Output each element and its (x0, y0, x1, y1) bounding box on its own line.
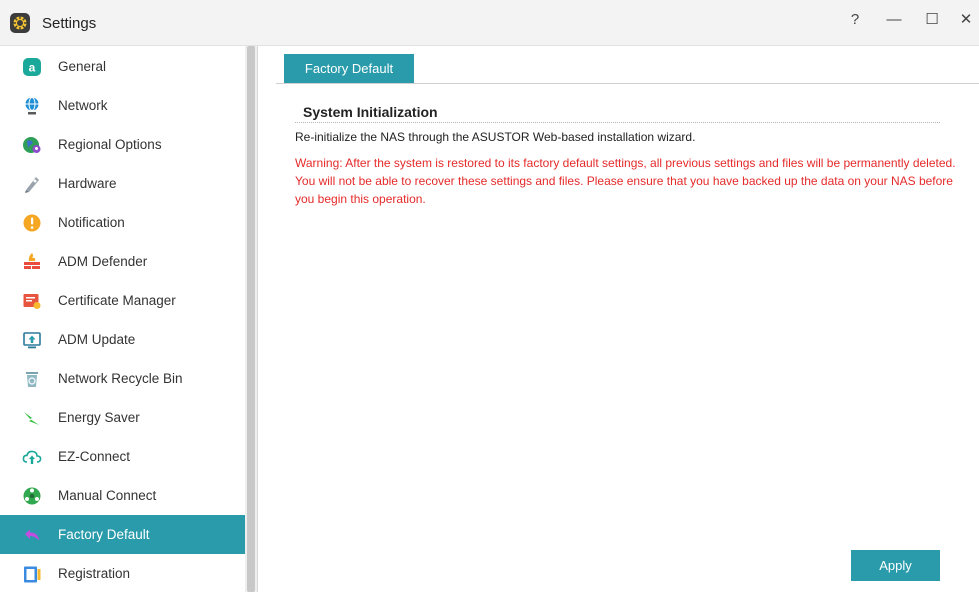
hardware-icon (25, 177, 39, 193)
settings-app-icon (10, 13, 30, 33)
network-recycle-bin-icon (26, 372, 38, 387)
warning-text: Warning: After the system is restored to… (295, 156, 956, 206)
sidebar-item-label: Network (58, 98, 108, 113)
section-title: System Initialization (303, 104, 438, 120)
title-bar: Settings ? — ☐ ✕ (0, 0, 979, 46)
sidebar-item-adm-update[interactable]: ADM Update (0, 320, 245, 359)
settings-sidebar: a General Network Regional Options Hardw… (0, 46, 245, 592)
regional-options-icon (23, 137, 41, 153)
registration-icon (24, 566, 41, 583)
general-icon: a (23, 58, 41, 76)
energy-saver-icon (24, 412, 39, 425)
sidebar-item-label: Factory Default (58, 527, 150, 542)
sidebar-item-label: Manual Connect (58, 488, 157, 503)
network-icon (25, 97, 39, 115)
tab-underline (276, 83, 979, 84)
sidebar-item-registration[interactable]: Registration (0, 554, 245, 592)
sidebar-item-general[interactable]: a General (0, 47, 245, 86)
svg-text:a: a (29, 61, 36, 75)
main-panel: Factory Default System Initialization Re… (258, 46, 979, 592)
close-button[interactable]: ✕ (955, 9, 977, 31)
minimize-button[interactable]: — (883, 9, 905, 31)
sidebar-item-manual-connect[interactable]: Manual Connect (0, 476, 245, 515)
description-text: Re-initialize the NAS through the ASUSTO… (295, 130, 696, 144)
sidebar-item-notification[interactable]: Notification (0, 203, 245, 242)
sidebar-item-label: Certificate Manager (58, 293, 176, 308)
adm-defender-icon (24, 253, 40, 269)
sidebar-item-label: General (58, 59, 107, 74)
window-title: Settings (42, 15, 97, 32)
factory-default-icon (25, 529, 39, 541)
sidebar-item-network-recycle-bin[interactable]: Network Recycle Bin (0, 359, 245, 398)
notification-icon (23, 214, 41, 232)
sidebar-item-regional-options[interactable]: Regional Options (0, 125, 245, 164)
sidebar-item-label: Notification (58, 215, 125, 230)
sidebar-item-label: ADM Defender (58, 254, 148, 269)
maximize-button[interactable]: ☐ (921, 9, 943, 31)
sidebar-item-label: EZ-Connect (58, 449, 131, 464)
tab-factory-default[interactable]: Factory Default (284, 54, 414, 83)
sidebar-item-label: Registration (58, 566, 131, 581)
ez-connect-icon (22, 450, 42, 464)
adm-update-icon (23, 332, 41, 349)
sidebar-item-network[interactable]: Network (0, 86, 245, 125)
sidebar-scrollbar-thumb[interactable] (247, 46, 255, 592)
help-button[interactable]: ? (844, 9, 866, 31)
sidebar-item-certificate-manager[interactable]: Certificate Manager (0, 281, 245, 320)
sidebar-item-label: Regional Options (58, 137, 162, 152)
sidebar-item-label: Energy Saver (58, 410, 140, 425)
sidebar-item-ez-connect[interactable]: EZ-Connect (0, 437, 245, 476)
sidebar-item-adm-defender[interactable]: ADM Defender (0, 242, 245, 281)
sidebar-item-label: Network Recycle Bin (58, 371, 183, 386)
certificate-manager-icon (23, 294, 41, 309)
sidebar-item-factory-default[interactable]: Factory Default (0, 515, 245, 554)
manual-connect-icon (23, 487, 41, 505)
section-divider (295, 122, 940, 123)
sidebar-item-label: Hardware (58, 176, 117, 191)
sidebar-item-label: ADM Update (58, 332, 136, 347)
sidebar-item-hardware[interactable]: Hardware (0, 164, 245, 203)
sidebar-item-energy-saver[interactable]: Energy Saver (0, 398, 245, 437)
apply-button[interactable]: Apply (851, 550, 940, 581)
